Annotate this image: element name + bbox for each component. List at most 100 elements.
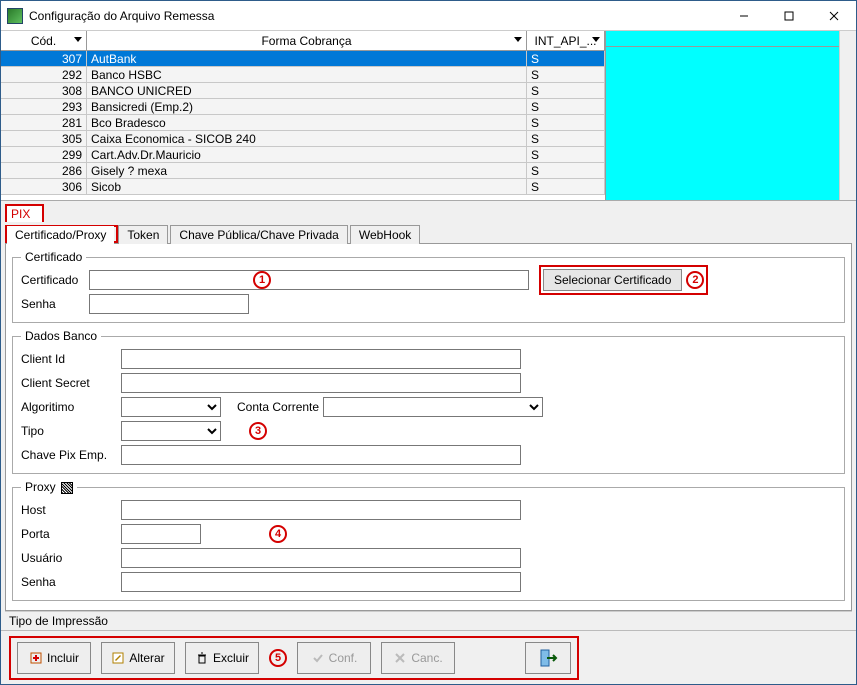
group-certificado: Certificado Certificado 1 Selecionar Cer… <box>12 250 845 323</box>
incluir-button[interactable]: Incluir <box>17 642 91 674</box>
scrollbar[interactable] <box>839 31 856 200</box>
group-proxy-legend-text: Proxy <box>25 480 56 494</box>
host-input[interactable] <box>121 500 521 520</box>
callout-5: 5 <box>269 649 287 667</box>
edit-icon <box>111 651 125 665</box>
cell-cod: 292 <box>1 67 87 82</box>
cell-forma: Sicob <box>87 179 527 194</box>
grid-side-header <box>606 31 856 47</box>
tab-token[interactable]: Token <box>118 225 168 244</box>
conf-label: Conf. <box>329 651 358 665</box>
tipo-impressao-bar: Tipo de Impressão <box>5 611 852 630</box>
grid-header: Cód. Forma Cobrança INT_API_... <box>1 31 605 51</box>
alterar-label: Alterar <box>129 651 164 665</box>
label-tipo: Tipo <box>21 424 117 438</box>
cell-api: S <box>527 67 605 82</box>
cell-api: S <box>527 115 605 130</box>
group-certificado-legend: Certificado <box>21 250 86 264</box>
chave-pix-input[interactable] <box>121 445 521 465</box>
senha-proxy-input[interactable] <box>121 572 521 592</box>
close-button[interactable] <box>811 1 856 30</box>
tab-certificado-proxy[interactable]: Certificado/Proxy <box>7 226 114 244</box>
label-algoritimo: Algoritimo <box>21 400 117 414</box>
client-secret-input[interactable] <box>121 373 521 393</box>
excluir-button[interactable]: Excluir <box>185 642 259 674</box>
canc-label: Canc. <box>411 651 442 665</box>
group-dados-legend: Dados Banco <box>21 329 101 343</box>
trash-icon <box>195 651 209 665</box>
callout-2: 2 <box>686 271 704 289</box>
callout-4: 4 <box>269 525 287 543</box>
table-row[interactable]: 286Gisely ? mexaS <box>1 163 605 179</box>
maximize-button[interactable] <box>766 1 811 30</box>
tab-content: Certificado Certificado 1 Selecionar Cer… <box>5 243 852 611</box>
tab-pix[interactable]: PIX <box>5 204 44 222</box>
table-row[interactable]: 306SicobS <box>1 179 605 195</box>
table-row[interactable]: 292Banco HSBCS <box>1 67 605 83</box>
table-row[interactable]: 281Bco BradescoS <box>1 115 605 131</box>
cell-forma: Bansicredi (Emp.2) <box>87 99 527 114</box>
table-row[interactable]: 307AutBankS <box>1 51 605 67</box>
senha-cert-input[interactable] <box>89 294 249 314</box>
callout-highlight-tab: Certificado/Proxy <box>5 225 118 243</box>
col-header-forma[interactable]: Forma Cobrança <box>87 31 527 50</box>
usuario-input[interactable] <box>121 548 521 568</box>
table-row[interactable]: 308BANCO UNICREDS <box>1 83 605 99</box>
tipo-select[interactable] <box>121 421 221 441</box>
group-dados-banco: Dados Banco Client Id Client Secret Algo… <box>12 329 845 474</box>
cell-forma: Caixa Economica - SICOB 240 <box>87 131 527 146</box>
chevron-down-icon <box>592 37 600 42</box>
col-header-api-label: INT_API_... <box>534 34 596 48</box>
cell-cod: 299 <box>1 147 87 162</box>
chevron-down-icon <box>514 37 522 42</box>
algoritimo-select[interactable] <box>121 397 221 417</box>
data-grid[interactable]: Cód. Forma Cobrança INT_API_... 307AutBa… <box>1 31 606 200</box>
col-header-cod-label: Cód. <box>31 34 56 48</box>
label-usuario: Usuário <box>21 551 117 565</box>
col-header-forma-label: Forma Cobrança <box>261 34 351 48</box>
check-icon <box>311 651 325 665</box>
app-icon <box>7 8 23 24</box>
tab-chave[interactable]: Chave Pública/Chave Privada <box>170 225 347 244</box>
tab-webhook[interactable]: WebHook <box>350 225 420 244</box>
label-senha-cert: Senha <box>21 297 85 311</box>
label-porta: Porta <box>21 527 117 541</box>
plus-icon <box>29 651 43 665</box>
cell-forma: BANCO UNICRED <box>87 83 527 98</box>
cell-cod: 281 <box>1 115 87 130</box>
exit-button[interactable] <box>525 642 571 674</box>
porta-input[interactable] <box>121 524 201 544</box>
label-certificado: Certificado <box>21 273 85 287</box>
callout-box-2: Selecionar Certificado 2 <box>539 265 708 295</box>
window-title: Configuração do Arquivo Remessa <box>29 9 721 23</box>
proxy-checkbox[interactable] <box>61 482 73 494</box>
grid-body[interactable]: 307AutBankS292Banco HSBCS308BANCO UNICRE… <box>1 51 605 200</box>
cell-api: S <box>527 163 605 178</box>
canc-button[interactable]: Canc. <box>381 642 455 674</box>
alterar-button[interactable]: Alterar <box>101 642 175 674</box>
conta-corrente-select[interactable] <box>323 397 543 417</box>
col-header-api[interactable]: INT_API_... <box>527 31 605 50</box>
table-row[interactable]: 305Caixa Economica - SICOB 240S <box>1 131 605 147</box>
select-certificate-button[interactable]: Selecionar Certificado <box>543 269 682 291</box>
client-id-input[interactable] <box>121 349 521 369</box>
cell-forma: Gisely ? mexa <box>87 163 527 178</box>
cell-cod: 293 <box>1 99 87 114</box>
cell-cod: 286 <box>1 163 87 178</box>
label-host: Host <box>21 503 117 517</box>
cell-api: S <box>527 99 605 114</box>
group-proxy-legend: Proxy <box>21 480 77 494</box>
data-grid-area: Cód. Forma Cobrança INT_API_... 307AutBa… <box>1 31 856 201</box>
table-row[interactable]: 293Bansicredi (Emp.2)S <box>1 99 605 115</box>
cell-forma: Cart.Adv.Dr.Mauricio <box>87 147 527 162</box>
label-client-secret: Client Secret <box>21 376 117 390</box>
outer-tabstrip: PIX <box>5 203 852 223</box>
minimize-button[interactable] <box>721 1 766 30</box>
col-header-cod[interactable]: Cód. <box>1 31 87 50</box>
cell-forma: Banco HSBC <box>87 67 527 82</box>
cell-forma: Bco Bradesco <box>87 115 527 130</box>
callout-1: 1 <box>253 271 271 289</box>
certificado-input[interactable] <box>89 270 529 290</box>
conf-button[interactable]: Conf. <box>297 642 371 674</box>
table-row[interactable]: 299Cart.Adv.Dr.MauricioS <box>1 147 605 163</box>
